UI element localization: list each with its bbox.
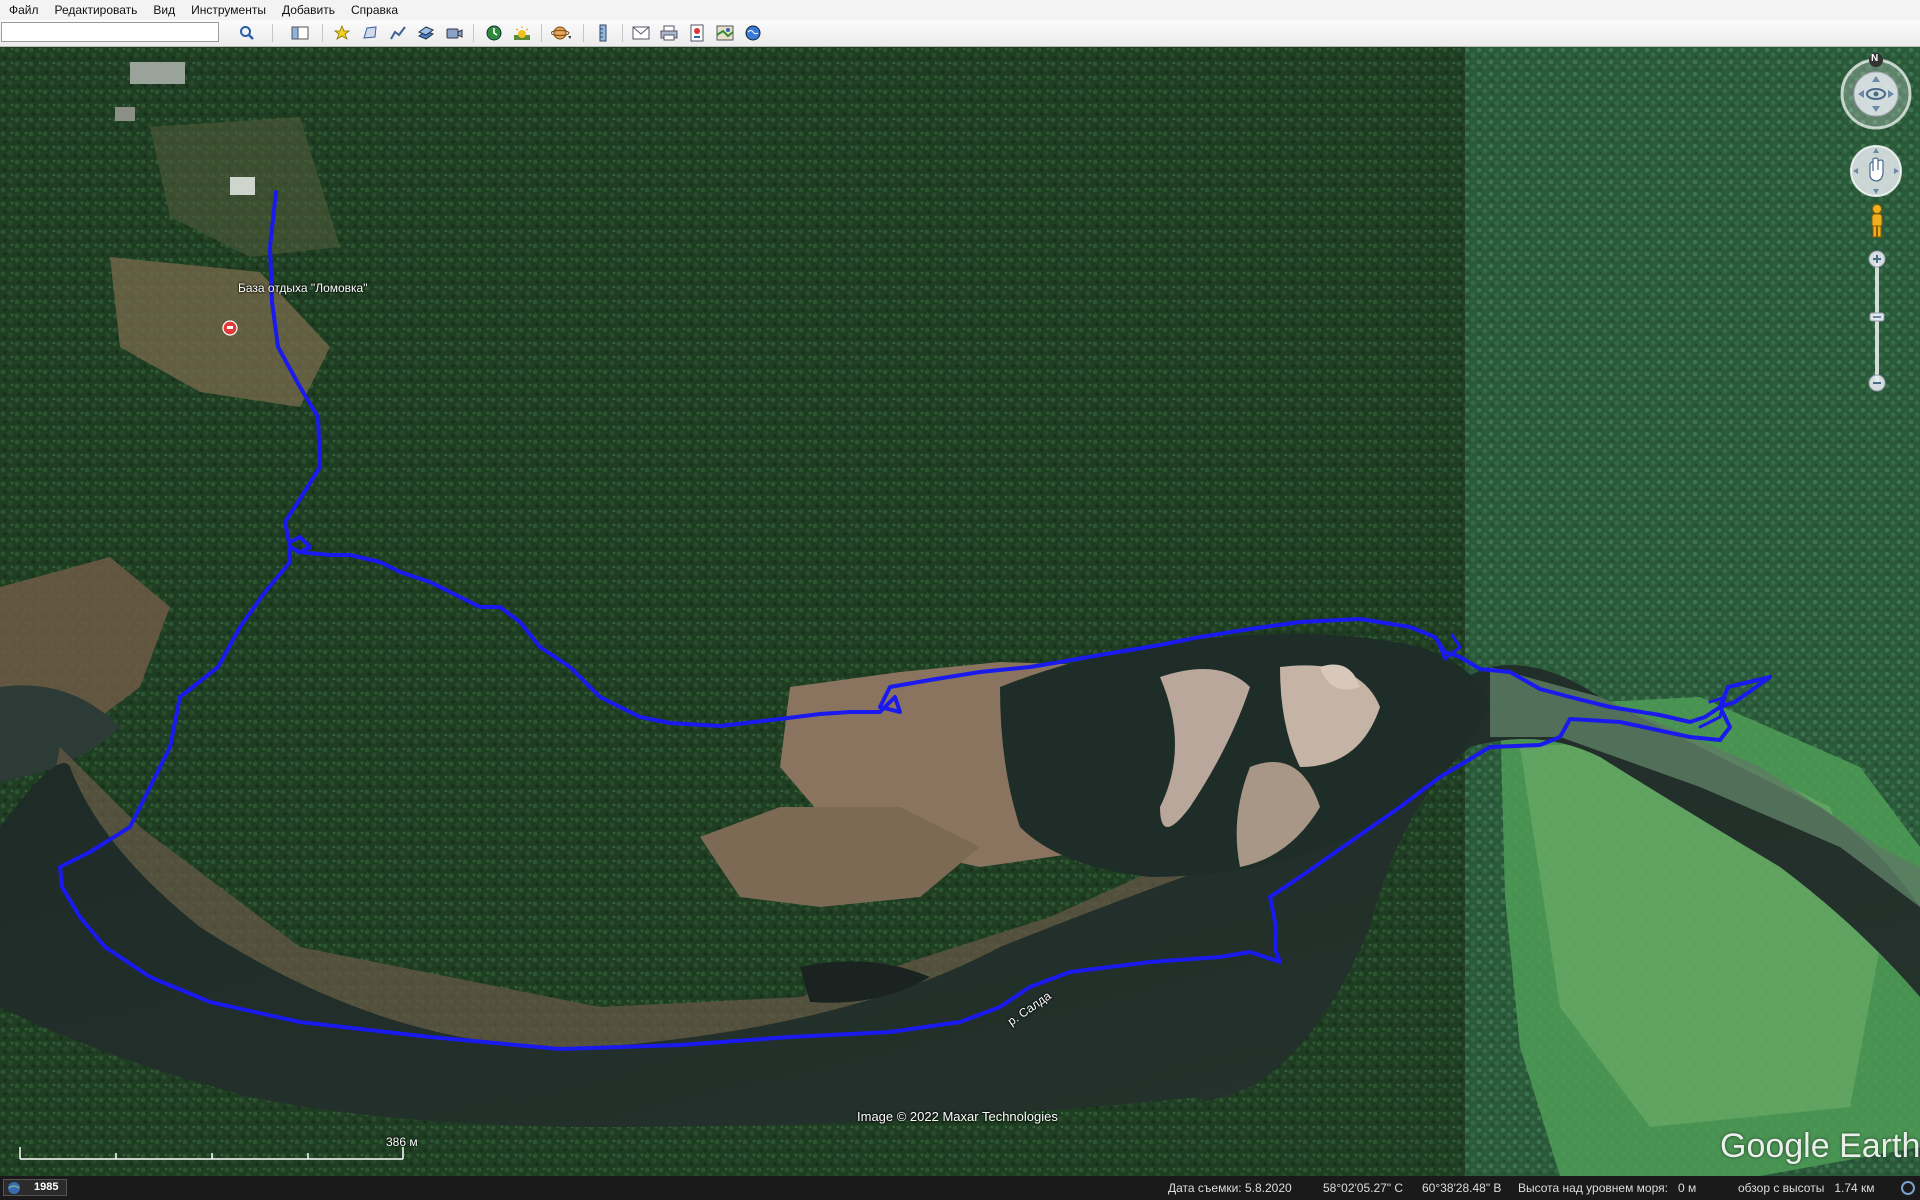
eye-altitude: обзор с высоты 1.74 км [1738,1181,1875,1195]
menu-view[interactable]: Вид [145,0,183,20]
historical-imagery-icon [486,25,502,41]
menu-help[interactable]: Справка [343,0,406,20]
tour-icon [446,28,463,39]
email-icon [632,26,650,40]
view-in-maps-button[interactable] [714,23,736,43]
add-overlay-button[interactable] [415,23,437,43]
ruler-icon [599,24,607,42]
web-button[interactable] [742,23,764,43]
save-image-icon [690,24,704,42]
street-view-pegman-icon[interactable] [1866,203,1888,239]
scale-label: 386 м [386,1135,418,1149]
save-image-button[interactable] [686,23,708,43]
sunlight-button[interactable] [511,23,533,43]
polygon-icon [363,26,377,39]
planets-button[interactable] [550,23,572,43]
google-earth-logo: Google Earth [1720,1127,1920,1165]
menu-file[interactable]: Файл [0,0,47,20]
scale-bar [18,1139,408,1163]
historical-year: 1985 [34,1181,59,1193]
path-icon [390,26,406,40]
longitude: 60°38'28.48" В [1422,1181,1502,1195]
print-button[interactable] [658,23,680,43]
move-joystick[interactable] [1848,143,1904,199]
map-view-icon [716,25,734,41]
compass-north[interactable]: N [1871,53,1878,64]
place-label[interactable]: База отдыха "Ломовка" [238,281,368,295]
menu-add[interactable]: Добавить [274,0,343,20]
place-marker-icon[interactable] [222,320,238,336]
look-joystick[interactable] [1836,52,1916,132]
elevation: Высота над уровнем моря: 0 м [1518,1181,1697,1195]
menu-bar: Файл Редактировать Вид Инструменты Добав… [0,0,1920,21]
placemark-icon [333,24,351,40]
web-icon [745,25,761,41]
sunlight-icon [514,26,530,40]
search-icon [240,26,254,40]
historical-imagery-button[interactable] [483,23,505,43]
ruler-button[interactable] [592,23,614,43]
globe-icon [8,1182,20,1194]
add-placemark-button[interactable] [331,23,353,43]
imagery-date: Дата съемки: 5.8.2020 [1168,1181,1292,1195]
zoom-slider[interactable] [1866,247,1888,397]
streaming-indicator-icon [1901,1181,1915,1195]
sidebar-toggle-button[interactable] [289,23,311,43]
historical-year-box[interactable]: 1985 [3,1179,67,1196]
add-path-button[interactable] [387,23,409,43]
search-input[interactable] [1,22,219,42]
search-button[interactable] [236,23,258,43]
imagery-copyright: Image © 2022 Maxar Technologies [857,1109,1058,1124]
overlay-icon [417,26,435,40]
satellite-imagery [0,47,1920,1176]
menu-edit[interactable]: Редактировать [47,0,146,20]
toolbar [0,20,1920,47]
status-bar: 1985 Дата съемки: 5.8.2020 58°02'05.27" … [0,1176,1920,1200]
print-icon [660,25,678,41]
planets-icon [551,26,571,40]
sidebar-icon [291,26,309,40]
add-polygon-button[interactable] [359,23,381,43]
latitude: 58°02'05.27" С [1323,1181,1404,1195]
menu-tools[interactable]: Инструменты [183,0,274,20]
record-tour-button[interactable] [443,23,465,43]
email-button[interactable] [630,23,652,43]
map-view[interactable]: База отдыха "Ломовка" р. Салда Image © 2… [0,47,1920,1176]
